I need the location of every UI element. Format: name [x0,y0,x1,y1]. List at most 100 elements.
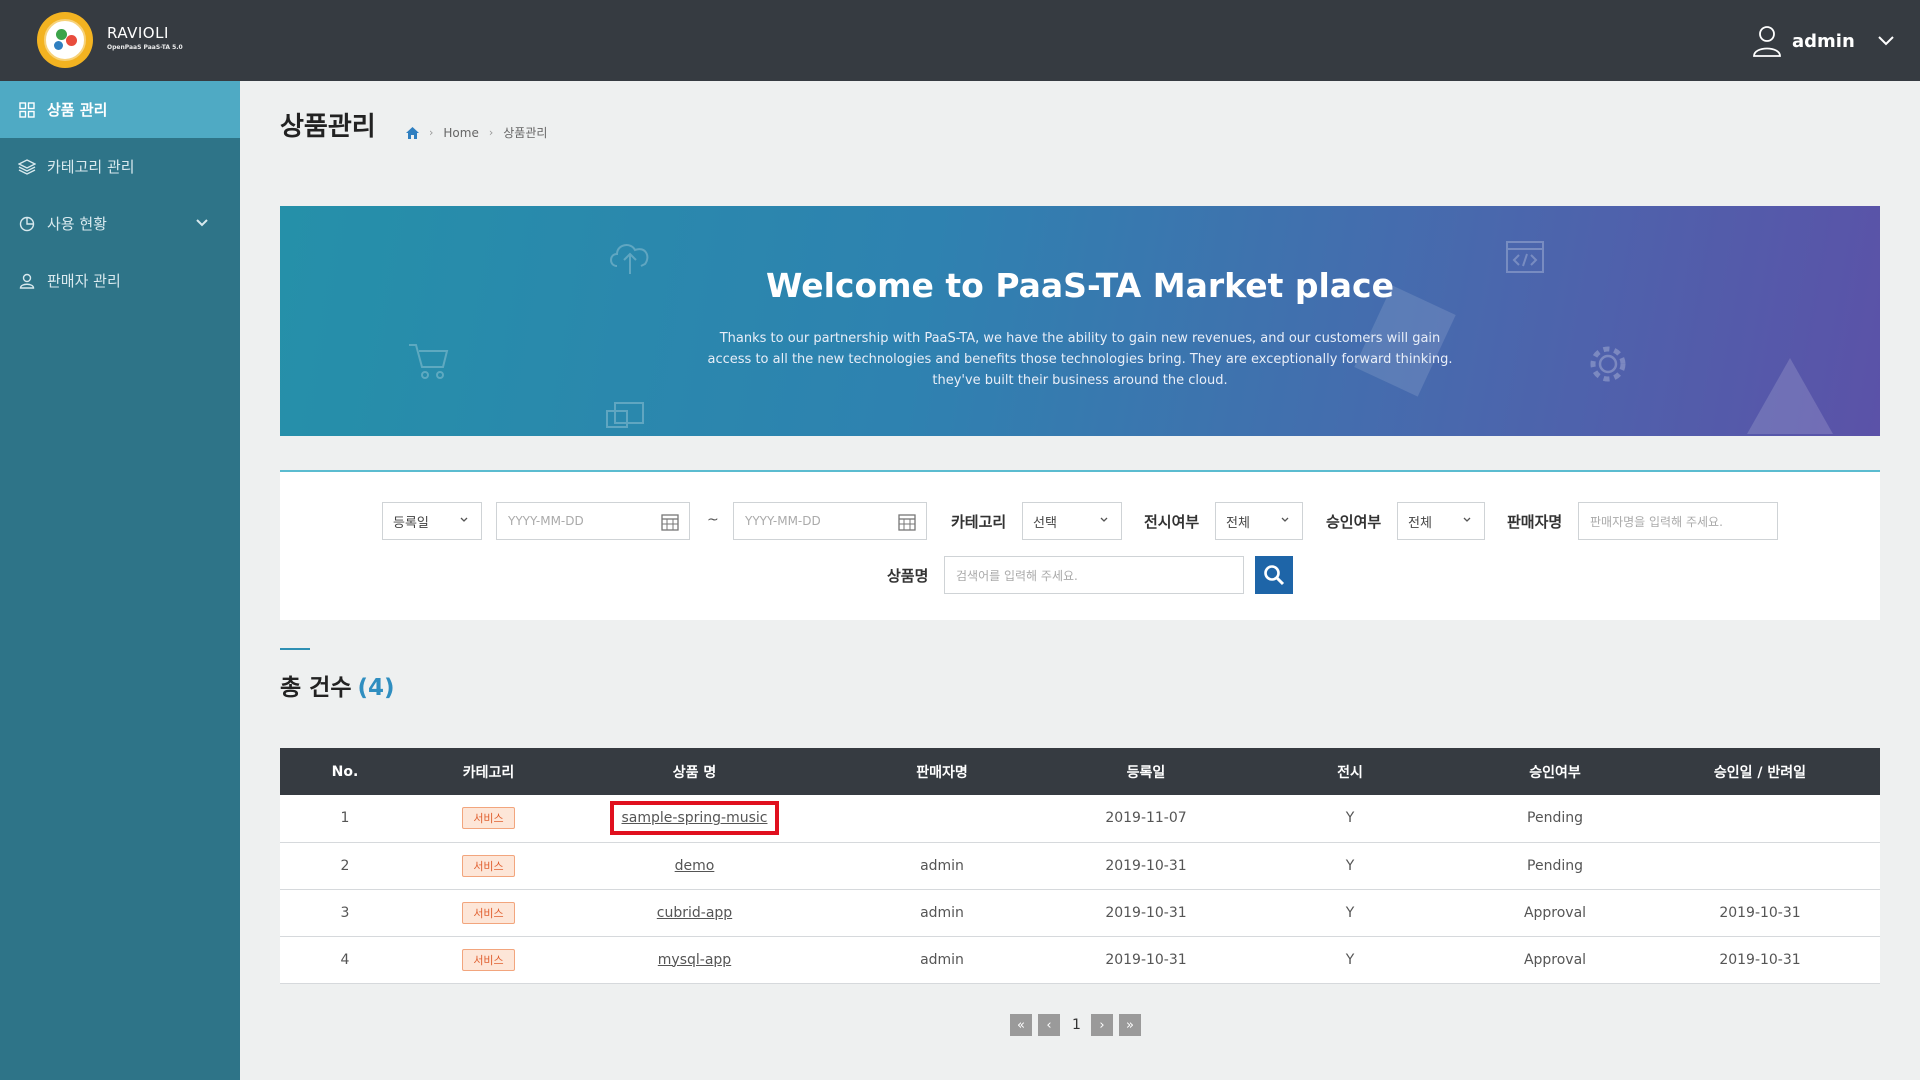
user-avatar-icon [1753,26,1781,57]
top-bar: RAVIOLI OpenPaaS PaaS-TA 5.0 admin [0,0,1920,81]
breadcrumb-separator-icon: › [488,126,494,139]
prev-page-button[interactable]: ‹ [1038,1014,1060,1036]
search-icon [1264,565,1285,586]
date-from-placeholder: YYYY-MM-DD [508,514,584,528]
column-header: 카테고리 [410,748,567,795]
first-page-button[interactable]: « [1010,1014,1032,1036]
total-count-value: (4) [357,675,395,701]
search-filter-panel: 등록일 YYYY-MM-DD ~ YYYY-MM-DD 카테고리 선택 전시여부… [280,470,1880,620]
category-badge: 서비스 [462,854,515,877]
category-badge: 서비스 [462,807,515,830]
breadcrumb: › Home › 상품관리 [406,124,547,141]
column-header: 승인여부 [1470,748,1640,795]
page-number-current[interactable]: 1 [1072,1017,1081,1033]
sidebar-item-label: 판매자 관리 [47,272,121,290]
sidebar-item-label: 사용 현황 [47,215,107,233]
category-select[interactable]: 선택 [1022,502,1122,540]
cell-no: 1 [280,795,410,843]
date-to-placeholder: YYYY-MM-DD [745,514,821,528]
last-page-button[interactable]: » [1118,1014,1141,1036]
sidebar-item-label: 카테고리 관리 [47,158,135,176]
cell-no: 4 [280,936,410,984]
ravioli-logo[interactable] [37,12,93,68]
sidebar-item-seller-management[interactable]: 판매자 관리 [0,252,240,309]
chevron-down-icon[interactable] [1877,35,1895,47]
cell-reg-date: 2019-10-31 [1062,936,1230,984]
cell-seller: admin [822,842,1062,890]
grid-icon [18,101,36,119]
cell-approval: Pending [1470,842,1640,890]
table-row: 4 서비스 mysql-app admin 2019-10-31 Y Appro… [280,936,1880,984]
seller-name-input[interactable]: 판매자명을 입력해 주세요. [1578,502,1778,540]
date-from-input[interactable]: YYYY-MM-DD [496,502,690,540]
seller-name-placeholder: 판매자명을 입력해 주세요. [1590,514,1723,529]
cell-display: Y [1230,889,1470,937]
column-header: 전시 [1230,748,1470,795]
product-name-link[interactable]: cubrid-app [657,905,732,921]
user-menu[interactable]: admin [1752,24,1895,58]
product-name-link[interactable]: mysql-app [658,952,731,968]
product-name-placeholder: 검색어를 입력해 주세요. [956,568,1078,583]
triangle-decoration-icon [1747,358,1833,434]
home-icon[interactable] [406,126,419,139]
cell-approval-date: 2019-10-31 [1640,936,1880,984]
total-divider [280,648,310,650]
cell-category: 서비스 [410,889,567,937]
cell-approval: Approval [1470,936,1640,984]
sidebar-item-usage-status[interactable]: 사용 현황 [0,195,240,252]
category-value: 선택 [1033,515,1057,531]
search-button[interactable] [1255,556,1293,594]
date-type-select[interactable]: 등록일 [382,502,482,540]
chevron-down-icon [460,517,468,522]
sidebar-item-category-management[interactable]: 카테고리 관리 [0,138,240,195]
table-row: 2 서비스 demo admin 2019-10-31 Y Pending [280,842,1880,890]
cart-icon [409,344,449,379]
cell-display: Y [1230,936,1470,984]
welcome-banner: Welcome to PaaS-TA Market place Thanks t… [280,206,1880,436]
cell-product-name: sample-spring-music [567,795,822,843]
total-count-label: 총 건수 [280,675,352,701]
cell-product-name: cubrid-app [567,889,822,937]
cell-reg-date: 2019-10-31 [1062,842,1230,890]
date-to-input[interactable]: YYYY-MM-DD [733,502,927,540]
cell-category: 서비스 [410,936,567,984]
logo-subtitle: OpenPaaS PaaS-TA 5.0 [107,44,183,51]
chevron-down-icon[interactable] [194,215,210,231]
display-label: 전시여부 [1144,513,1200,531]
cell-approval-date: 2019-10-31 [1640,889,1880,937]
product-name-link[interactable]: demo [675,858,715,874]
product-name-label: 상품명 [887,567,929,585]
cell-reg-date: 2019-10-31 [1062,889,1230,937]
calendar-icon[interactable] [661,513,679,531]
category-badge: 서비스 [462,901,515,924]
cell-approval-date [1640,795,1880,843]
banner-description-line: they've built their business around the … [932,373,1228,388]
cell-seller [822,795,1062,843]
table-row: 1 서비스 sample-spring-music 2019-11-07 Y P… [280,795,1880,843]
cell-no: 2 [280,842,410,890]
cell-display: Y [1230,795,1470,843]
approval-value: 전체 [1408,515,1432,531]
user-icon [18,272,36,290]
cell-seller: admin [822,889,1062,937]
next-page-button[interactable]: › [1090,1014,1113,1036]
breadcrumb-separator-icon: › [429,126,434,139]
page-title: 상품관리 [280,112,376,142]
approval-label: 승인여부 [1326,513,1382,531]
product-name-link[interactable]: sample-spring-music [622,810,768,826]
date-range-separator: ~ [707,512,719,528]
gear-icon [1590,346,1626,382]
pie-chart-icon [18,215,36,233]
cell-seller: admin [822,936,1062,984]
chevron-down-icon [1463,517,1471,522]
sidebar-item-product-management[interactable]: 상품 관리 [0,81,240,138]
calendar-icon[interactable] [898,513,916,531]
cell-approval-date [1640,842,1880,890]
display-select[interactable]: 전체 [1215,502,1303,540]
display-value: 전체 [1226,515,1250,531]
table-header-row: No. 카테고리 상품 명 판매자명 등록일 전시 승인여부 승인일 / 반려일 [280,748,1880,795]
product-name-input[interactable]: 검색어를 입력해 주세요. [944,556,1244,594]
column-header: 판매자명 [822,748,1062,795]
approval-select[interactable]: 전체 [1397,502,1485,540]
breadcrumb-home[interactable]: Home [443,126,478,140]
